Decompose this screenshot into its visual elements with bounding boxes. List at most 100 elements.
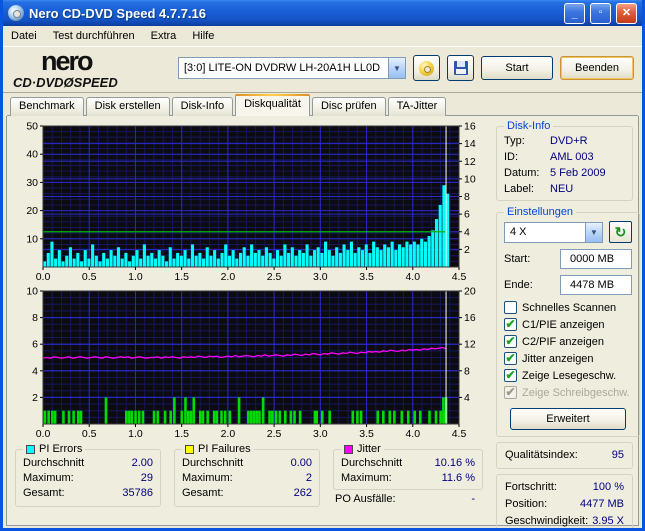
c2-pif-checkbox[interactable]: ✔ (504, 335, 517, 348)
checkbox-label: Zeige Lesegeschw. (522, 369, 617, 382)
save-button[interactable] (447, 55, 474, 81)
disk-info-label: Label: (504, 183, 534, 195)
check-icon: ✔ (505, 351, 516, 365)
svg-text:2.5: 2.5 (267, 271, 282, 283)
stat-value: 29 (140, 472, 153, 484)
progress-label: Fortschritt: (505, 481, 557, 493)
tab-disk-info[interactable]: Disk-Info (171, 97, 234, 116)
chevron-down-icon[interactable]: ▼ (388, 58, 405, 78)
nero-logo-subtitle: CD·DVDØSPEED (13, 74, 118, 90)
disk-info-row: Label: NEU (504, 181, 625, 197)
tab-benchmark[interactable]: Benchmark (10, 97, 84, 116)
jitter-checkbox[interactable]: ✔ (504, 352, 517, 365)
progress-row: Fortschritt: 100 % (505, 479, 624, 496)
start-position-field[interactable]: 0000 MB (560, 249, 632, 269)
minimize-button[interactable]: _ (564, 2, 585, 24)
chevron-down-icon[interactable]: ▼ (585, 222, 602, 242)
po-failures-value: - (471, 493, 475, 505)
svg-text:2.0: 2.0 (221, 428, 236, 440)
svg-text:16: 16 (464, 121, 476, 133)
checkbox-row-write-speed: ✔ Zeige Schreibgeschw. (504, 386, 632, 399)
disk-info-value: AML 003 (550, 151, 594, 163)
drive-select[interactable]: [3:0] LITE-ON DVDRW LH-20A1H LL0D ▼ (178, 57, 406, 79)
progress-value: 100 % (592, 481, 624, 493)
progress-value: 3.95 X (592, 515, 624, 527)
save-icon (453, 61, 468, 75)
disk-info-title: Disk-Info (507, 120, 551, 132)
close-button[interactable]: ✕ (616, 2, 637, 24)
svg-text:12: 12 (464, 339, 476, 351)
menu-test-durchfuehren[interactable]: Test durchführen (53, 30, 135, 42)
stat-label: Maximum: (182, 472, 233, 484)
header-toolbar: nero CD·DVDØSPEED [3:0] LITE-ON DVDRW LH… (3, 46, 642, 93)
menu-hilfe[interactable]: Hilfe (192, 30, 214, 42)
disk-info-row: Datum: 5 Feb 2009 (504, 165, 625, 181)
checkbox-row-read-speed: ✔ Zeige Lesegeschw. (504, 369, 632, 382)
diskqualitaet-tab-page: 10 20 30 40 50 2 4 6 8 10 12 14 16 0.0 0.5 1.0 1.5 2.0 2.5… (6, 116, 640, 528)
fast-scan-checkbox[interactable]: ✔ (504, 301, 517, 314)
quit-button[interactable]: Beenden (560, 56, 634, 80)
disk-info-value: 5 Feb 2009 (550, 167, 606, 179)
pi-errors-stats-box: PI Errors Durchschnitt 2.00 Maximum: 29 … (15, 443, 161, 507)
show-write-speed-checkbox[interactable]: ✔ (504, 386, 517, 399)
stat-value: 2.00 (131, 457, 153, 469)
speed-select-value: 4 X (510, 226, 527, 238)
eject-disc-button[interactable] (413, 55, 440, 81)
svg-text:4: 4 (464, 392, 470, 404)
disk-info-label: Datum: (504, 167, 540, 179)
check-icon: ✔ (505, 317, 516, 331)
svg-text:12: 12 (464, 156, 476, 168)
show-read-speed-checkbox[interactable]: ✔ (504, 369, 517, 382)
menu-datei[interactable]: Datei (11, 30, 37, 42)
jitter-stats-box: Jitter Durchschnitt 10.16 % Maximum: 11.… (333, 443, 483, 490)
settings-title: Einstellungen (507, 206, 574, 218)
disk-info-label: ID: (504, 151, 519, 163)
advanced-button[interactable]: Erweitert (510, 408, 626, 430)
stat-row: Gesamt: 262 (182, 486, 312, 501)
progress-label: Position: (505, 498, 548, 510)
svg-text:16: 16 (464, 312, 476, 324)
refresh-button[interactable]: ↻ (609, 221, 632, 243)
app-window: Nero CD-DVD Speed 4.7.7.16 _ ▫ ✕ Datei T… (0, 0, 645, 531)
progress-value: 4477 MB (579, 498, 624, 510)
progress-label: Geschwindigkeit: (505, 515, 589, 527)
check-icon: ✔ (505, 334, 516, 348)
svg-text:8: 8 (464, 191, 470, 203)
sidebar: Disk-Info Typ: DVD+R ID: AML 003 Datum: … (494, 119, 640, 528)
maximize-button[interactable]: ▫ (590, 2, 611, 24)
start-button[interactable]: Start (481, 56, 553, 80)
end-position-field[interactable]: 4478 MB (560, 275, 632, 295)
drive-select-value: [3:0] LITE-ON DVDRW LH-20A1H LL0D (184, 62, 381, 74)
checkbox-label: C1/PIE anzeigen (522, 318, 605, 331)
svg-text:3.0: 3.0 (313, 428, 328, 440)
stat-label: Durchschnitt (341, 457, 403, 469)
tab-ta-jitter[interactable]: TA-Jitter (387, 97, 447, 116)
svg-text:40: 40 (26, 149, 38, 161)
svg-text:0.0: 0.0 (36, 271, 51, 283)
speed-select[interactable]: 4 X ▼ (504, 221, 603, 243)
progress-panel: Fortschritt: 100 % Position: 4477 MB Ges… (496, 474, 633, 528)
tab-disc-pruefen[interactable]: Disc prüfen (311, 97, 386, 116)
end-field-label: Ende: (504, 279, 533, 291)
tab-diskqualitaet[interactable]: Diskqualität (235, 94, 310, 116)
jitter-legend-swatch (344, 444, 353, 454)
tab-disk-erstellen[interactable]: Disk erstellen (85, 97, 170, 116)
stat-label: Durchschnitt (182, 457, 244, 469)
po-failures-row: PO Ausfälle: - (333, 490, 483, 507)
svg-text:8: 8 (464, 365, 470, 377)
pi-failures-jitter-chart: 2 4 6 8 10 4 8 12 16 20 0.0 0.5 1.0 1.5 2.0 2.5 3.0 3.5 4.… (26, 286, 476, 441)
quality-index-value: 95 (611, 449, 624, 461)
pi-failures-stats-box: PI Failures Durchschnitt 0.00 Maximum: 2… (174, 443, 320, 507)
stat-value: 2 (305, 472, 312, 484)
c1-pie-checkbox[interactable]: ✔ (504, 318, 517, 331)
svg-text:1.5: 1.5 (174, 428, 189, 440)
svg-text:8: 8 (32, 312, 38, 324)
disc-eject-icon (419, 60, 434, 76)
nero-logo-wordmark: nero (41, 45, 94, 76)
menu-extra[interactable]: Extra (151, 30, 177, 42)
stat-label: Gesamt: (23, 487, 65, 499)
stat-value: 11.6 % (441, 472, 475, 484)
stat-label: Gesamt: (182, 487, 224, 499)
svg-text:4.5: 4.5 (452, 428, 467, 440)
pi-errors-chart: 10 20 30 40 50 2 4 6 8 10 12 14 16 0.0 0.5 1.0 1.5 2.0 2.5… (26, 121, 476, 284)
